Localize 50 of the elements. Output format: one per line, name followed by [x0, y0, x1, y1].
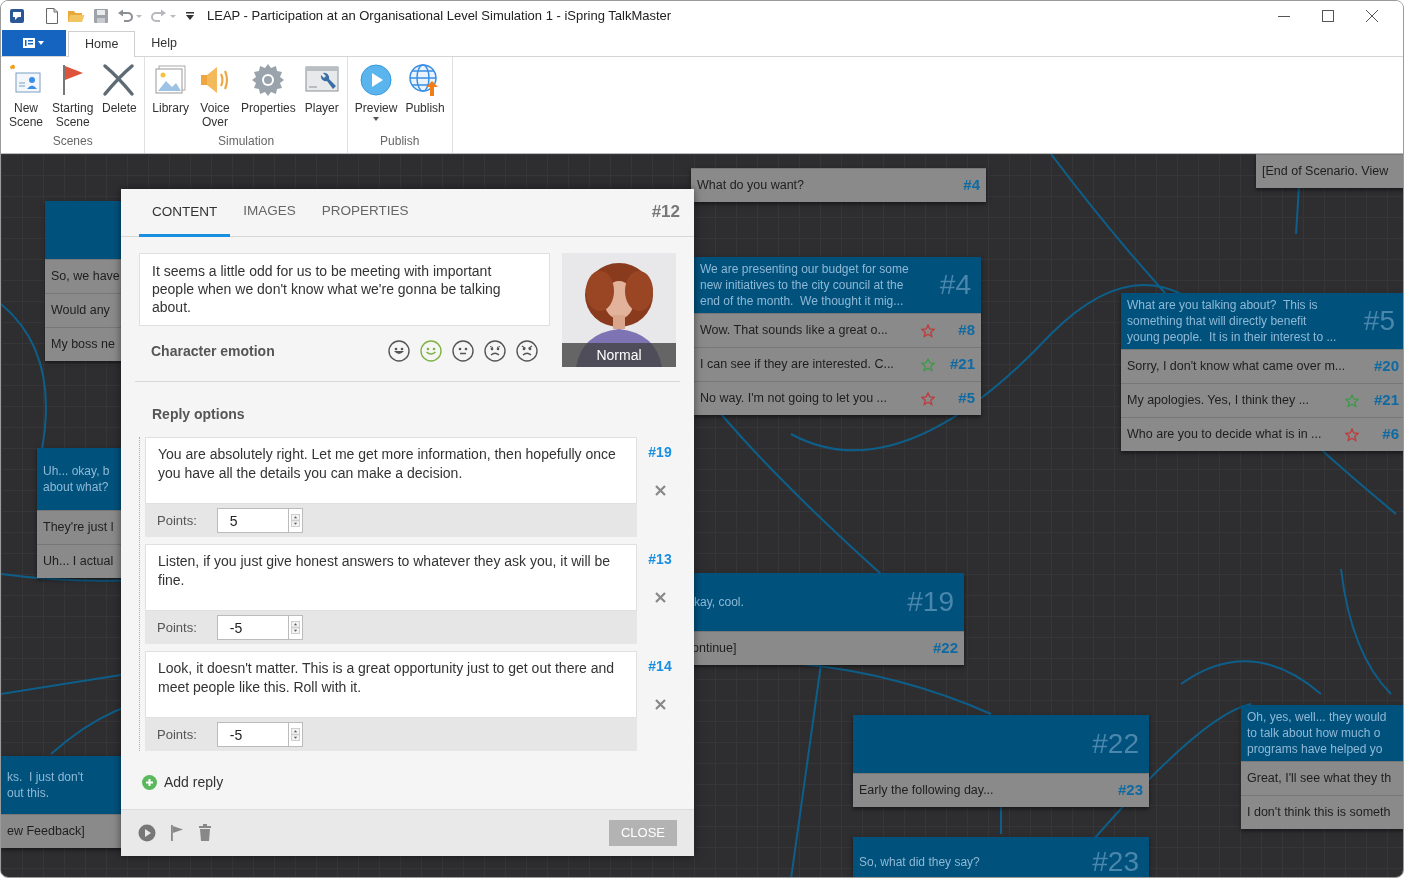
node-target: #6 — [1381, 424, 1399, 445]
node-text: So, what did they say? — [859, 854, 980, 870]
node-row-text: I can see if they are interested. C... — [700, 356, 894, 374]
node-row-text: [End of Scenario. View — [1262, 163, 1389, 181]
node-number: #23 — [1092, 845, 1140, 877]
node-row-text: ew Feedback] — [7, 823, 85, 841]
node-row-text: Early the following day... — [859, 782, 994, 800]
node-target: #21 — [948, 354, 975, 375]
node-target: #21 — [1372, 390, 1399, 411]
reply-options-label: Reply options — [151, 405, 246, 424]
scene-number: #12 — [651, 201, 680, 223]
node-row-text: They're just l — [43, 519, 114, 537]
node-row-text: Would any — [51, 302, 110, 320]
ribbon-group-label: Scenes — [52, 133, 93, 150]
node-row-text: I don't think this is someth — [1247, 804, 1391, 822]
node-number: #19 — [907, 585, 955, 619]
node-row-text: Who are you to decide what is in ... — [1127, 426, 1322, 444]
node-row-text: My boss ne — [51, 336, 115, 354]
node-number: #4 — [939, 268, 972, 302]
node-number: #22 — [1092, 727, 1140, 761]
node-row-text: Wow. That sounds like a great o... — [700, 322, 888, 340]
node-row-text: Great, I'll see what they th — [1247, 770, 1392, 788]
node-text: ks. I just don't out this. — [7, 769, 84, 801]
node-row-text: My apologies. Yes, I think they ... — [1127, 392, 1310, 410]
node-target: #20 — [1372, 356, 1399, 377]
node-text: Oh, yes, well... they would to talk about how much o programs have helped yo — [1247, 709, 1387, 757]
points-label: Points: — [157, 725, 197, 744]
node-text: kay, cool. — [694, 594, 744, 610]
node-target: #4 — [962, 175, 980, 196]
node-target: #5 — [957, 388, 975, 409]
node-target: #8 — [957, 320, 975, 341]
node-row-text: Sorry, I don't know what came over m... — [1127, 358, 1346, 376]
node-row-text: ontinue] — [692, 640, 737, 658]
node-row-text: Uh... I actual — [43, 553, 114, 571]
node-target: #23 — [1116, 780, 1143, 801]
window-title: LEAP - Participation at an Organisational Level Simulation 1 - iSpring TalkMaster — [207, 7, 672, 26]
ribbon-group-label: Simulation — [218, 133, 275, 150]
node-row-text: No way. I'm not going to let you ... — [700, 390, 887, 408]
points-label: Points: — [157, 511, 197, 530]
node-text: Uh... okay, b about what? — [43, 463, 110, 495]
node-target: #22 — [931, 638, 958, 659]
ribbon-group-label: Publish — [380, 133, 420, 150]
node-text: What are you talking about? This is something that will directly benefit young people. It is in their interest to ... — [1127, 297, 1337, 345]
points-label: Points: — [157, 618, 197, 637]
node-row-text: So, we have — [51, 268, 120, 286]
emotion-label: Character emotion — [151, 341, 276, 361]
emotion-caption: Normal — [562, 343, 676, 367]
node-text: We are presenting our budget for some new initiatives to the city council at the end of the month. We thought it mig... — [700, 261, 909, 309]
node-number: #5 — [1363, 304, 1396, 338]
node-row-text: What do you want? — [697, 177, 804, 195]
